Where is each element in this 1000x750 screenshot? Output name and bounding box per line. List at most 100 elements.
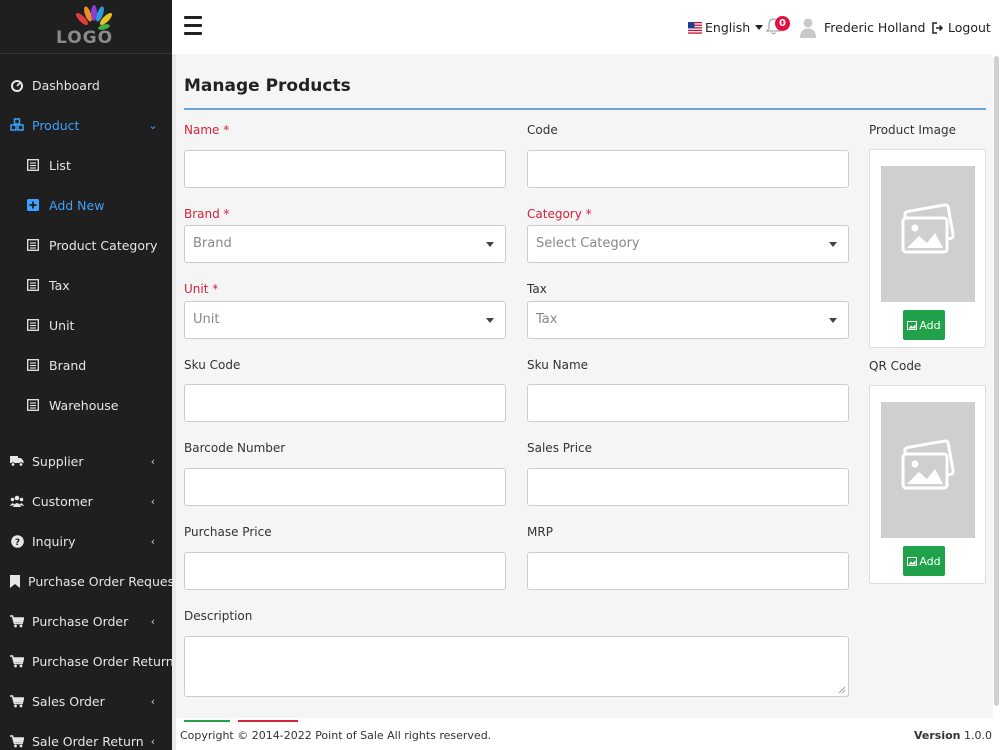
cancel-button-edge[interactable]: [238, 720, 298, 722]
sidebar-subitem-tax[interactable]: Tax: [0, 265, 172, 305]
qr-code-card: Add: [869, 385, 986, 584]
sidebar: LOGO Dashboard Product ⌄ List Add New Pr…: [0, 0, 172, 750]
sidebar-subitem-brand[interactable]: Brand: [0, 345, 172, 385]
sidebar-item-purchase-order[interactable]: Purchase Order ‹: [0, 601, 172, 641]
sidebar-item-purchase-order-request[interactable]: Purchase Order Request ‹: [0, 561, 172, 601]
logo[interactable]: LOGO: [0, 0, 172, 54]
sidebar-item-label: Supplier: [32, 453, 84, 469]
tax-select-value: Tax: [536, 312, 558, 327]
category-select[interactable]: Select Category: [527, 225, 849, 263]
brand-label: Brand *: [184, 207, 230, 221]
unit-select[interactable]: Unit: [184, 301, 506, 339]
sidebar-subitem-label: Product Category: [49, 237, 158, 253]
resize-handle-icon[interactable]: [838, 686, 846, 694]
tax-select[interactable]: Tax: [527, 301, 849, 339]
sales-price-label: Sales Price: [527, 441, 593, 455]
sidebar-subitem-label: Brand: [49, 357, 87, 373]
barcode-label: Barcode Number: [184, 441, 286, 455]
sidebar-subitem-unit[interactable]: Unit: [0, 305, 172, 345]
add-qr-code-button[interactable]: Add: [903, 546, 945, 576]
caret-down-icon: [755, 25, 764, 30]
sidebar-subitem-add-new[interactable]: Add New: [0, 185, 172, 225]
category-select-value: Select Category: [536, 236, 640, 251]
version-label: Version: [913, 729, 961, 742]
sidebar-subitem-label: List: [49, 157, 71, 173]
sidebar-item-label: Product: [32, 117, 80, 133]
sales-price-input[interactable]: [527, 468, 849, 506]
mrp-input[interactable]: [527, 552, 849, 590]
product-image-card: Add: [869, 149, 986, 348]
list-icon: [27, 359, 39, 371]
language-label: English: [705, 20, 751, 35]
dashboard-icon: [10, 78, 24, 92]
add-product-image-button[interactable]: Add: [903, 310, 945, 340]
sidebar-item-sales-order[interactable]: Sales Order ‹: [0, 681, 172, 721]
sidebar-item-dashboard[interactable]: Dashboard: [0, 65, 172, 105]
sidebar-item-customer[interactable]: Customer ‹: [0, 481, 172, 521]
sidebar-item-label: Sales Order: [32, 693, 105, 709]
chevron-left-icon: ‹: [150, 694, 156, 708]
sku-code-label: Sku Code: [184, 358, 241, 372]
sidebar-item-supplier[interactable]: Supplier ‹: [0, 441, 172, 481]
chevron-left-icon: ‹: [150, 494, 156, 508]
logout-icon: [932, 21, 944, 34]
sidebar-item-label: Purchase Order Return: [32, 653, 172, 669]
language-dropdown[interactable]: English: [688, 20, 764, 35]
list-icon: [27, 319, 39, 331]
bookmark-icon: [10, 574, 20, 588]
category-label: Category *: [527, 207, 592, 221]
sidebar-subitem-warehouse[interactable]: Warehouse: [0, 385, 172, 425]
user-name[interactable]: Frederic Holland: [824, 20, 925, 35]
barcode-input[interactable]: [184, 468, 506, 506]
code-label: Code: [527, 123, 558, 137]
scrollbar-thumb[interactable]: [994, 56, 999, 706]
main-content: Manage Products Name * Code Brand * Bran…: [176, 54, 992, 750]
image-icon: [907, 320, 918, 330]
mrp-label: MRP: [527, 525, 553, 539]
chevron-left-icon: ‹: [150, 614, 156, 628]
description-label: Description: [184, 609, 253, 623]
logout-button[interactable]: Logout: [932, 20, 991, 35]
sku-name-input[interactable]: [527, 384, 849, 422]
version-value: 1.0.0: [964, 729, 992, 742]
sidebar-item-sale-order-return[interactable]: Sale Order Return ‹: [0, 721, 172, 750]
brand-select[interactable]: Brand: [184, 225, 506, 263]
page-scrollbar[interactable]: [993, 54, 1000, 750]
save-button-edge[interactable]: [184, 720, 230, 722]
cart-icon: [10, 654, 24, 668]
logo-text: LOGO: [56, 28, 114, 48]
sidebar-subitem-product-category[interactable]: Product Category: [0, 225, 172, 265]
sidebar-item-label: Customer: [32, 493, 93, 509]
sidebar-item-inquiry[interactable]: ? Inquiry ‹: [0, 521, 172, 561]
logout-label: Logout: [948, 20, 991, 35]
caret-down-icon: [486, 318, 494, 323]
chevron-down-icon: ⌄: [148, 118, 158, 132]
footer: Copyright © 2014-2022 Point of Sale All …: [176, 718, 1000, 750]
us-flag-icon: [688, 21, 702, 34]
cart-icon: [10, 614, 24, 628]
chevron-left-icon: ‹: [150, 454, 156, 468]
truck-icon: [10, 454, 24, 468]
code-input[interactable]: [527, 150, 849, 188]
title-divider: [184, 108, 986, 110]
list-icon: [27, 279, 39, 291]
product-image-placeholder: [881, 166, 975, 302]
top-bar: English 0 Frederic Holland Logout: [172, 0, 1000, 54]
copyright-text: Copyright © 2014-2022 Point of Sale All …: [180, 729, 492, 742]
caret-down-icon: [486, 242, 494, 247]
chevron-left-icon: ‹: [150, 534, 156, 548]
sidebar-subitem-list[interactable]: List: [0, 145, 172, 185]
user-avatar-icon[interactable]: [800, 18, 816, 38]
menu-toggle-icon[interactable]: [184, 16, 202, 38]
sidebar-item-purchase-order-return[interactable]: Purchase Order Return ‹: [0, 641, 172, 681]
sku-code-input[interactable]: [184, 384, 506, 422]
tax-label: Tax: [527, 282, 547, 296]
notification-badge: 0: [775, 16, 790, 31]
image-placeholder-icon: [901, 439, 955, 490]
cart-icon: [10, 694, 24, 708]
purchase-price-input[interactable]: [184, 552, 506, 590]
version-text: Version 1.0.0: [914, 729, 992, 742]
description-textarea[interactable]: [184, 636, 849, 697]
sidebar-item-product[interactable]: Product ⌄: [0, 105, 172, 145]
name-input[interactable]: [184, 150, 506, 188]
